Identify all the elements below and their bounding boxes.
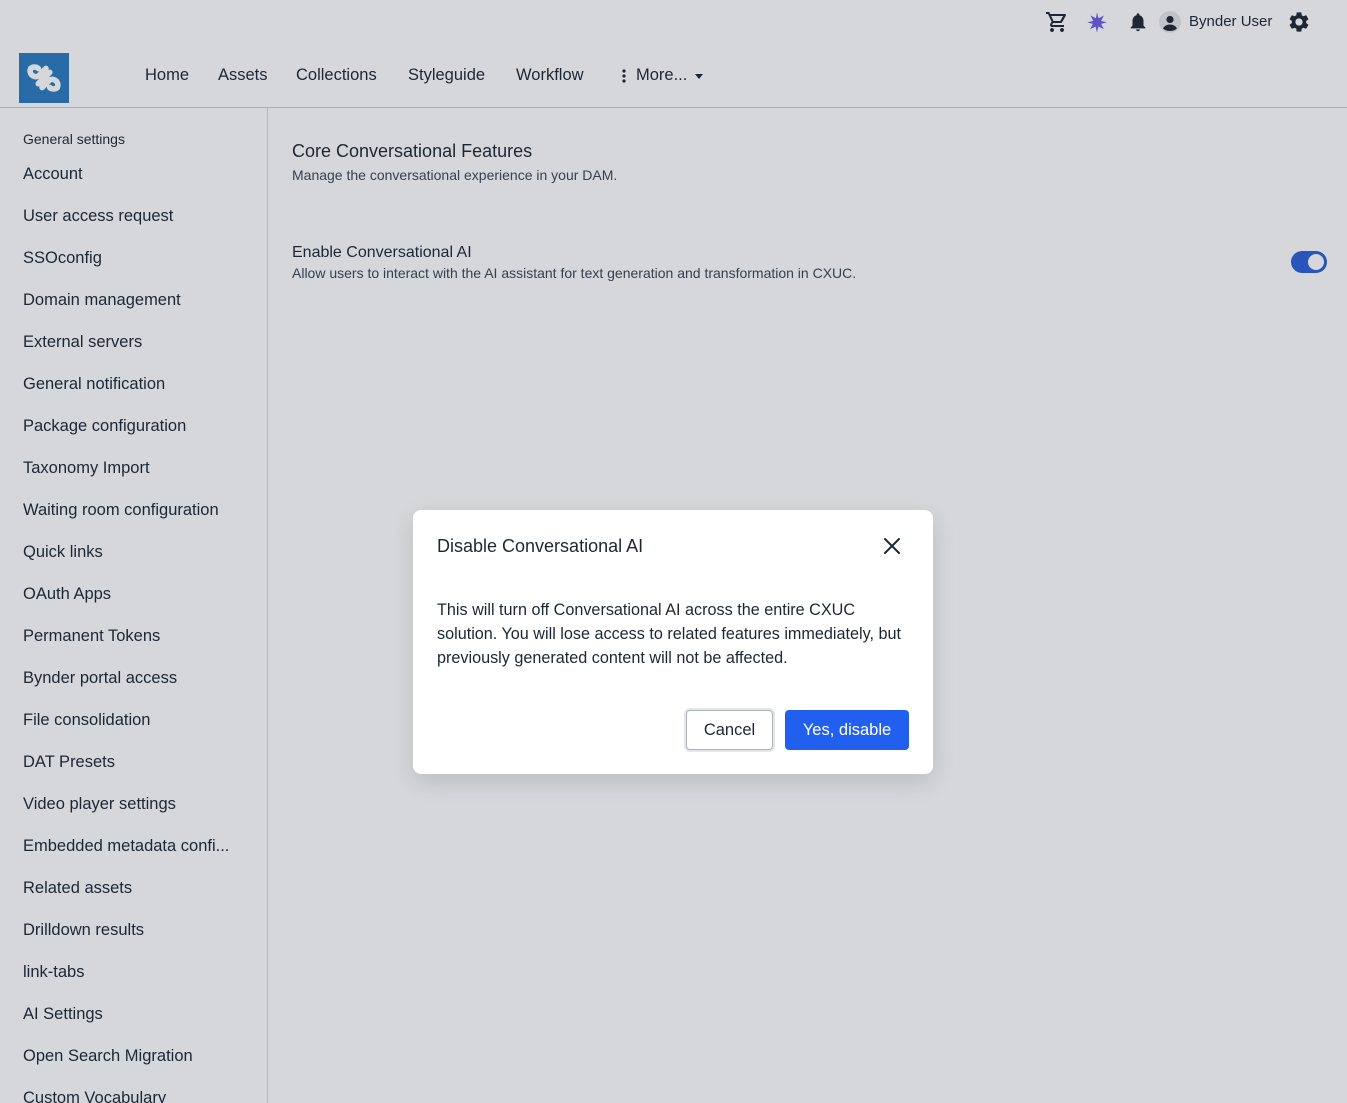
disable-confirm-dialog: Disable Conversational AI This will turn…	[413, 510, 933, 774]
dialog-body: This will turn off Conversational AI acr…	[437, 601, 901, 667]
cancel-button[interactable]: Cancel	[686, 710, 773, 750]
close-icon[interactable]	[881, 535, 903, 557]
dialog-title: Disable Conversational AI	[437, 536, 644, 556]
confirm-disable-button[interactable]: Yes, disable	[785, 710, 909, 750]
